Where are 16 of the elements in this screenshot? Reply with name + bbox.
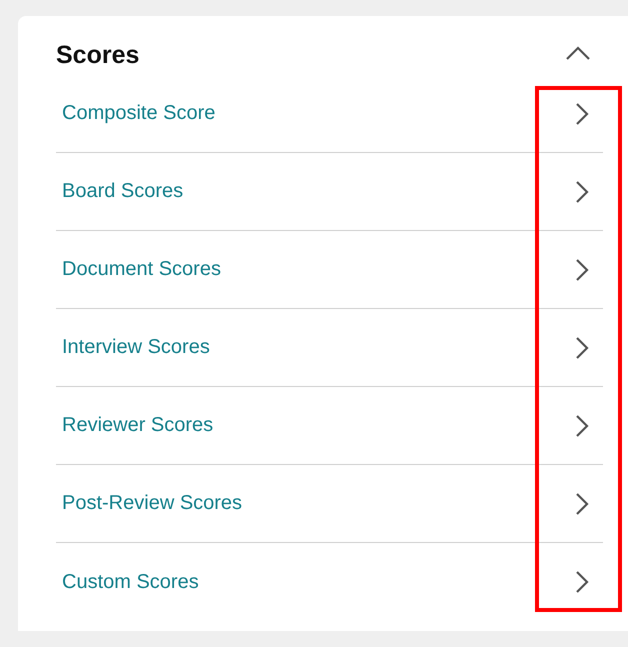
chevron-right-icon [575,102,589,126]
score-link[interactable]: Custom Scores [56,543,603,621]
score-link[interactable]: Composite Score [56,75,603,153]
chevron-right-icon [575,258,589,282]
panel-title: Scores [56,40,140,70]
chevron-right-icon [575,180,589,204]
chevron-right-icon [575,492,589,516]
chevron-up-icon [565,46,591,60]
chevron-right-icon [575,414,589,438]
chevron-right-icon [575,336,589,360]
score-link[interactable]: Interview Scores [56,309,603,387]
score-link[interactable]: Post-Review Scores [56,465,603,543]
score-link[interactable]: Document Scores [56,231,603,309]
score-link[interactable]: Reviewer Scores [56,387,603,465]
score-link[interactable]: Board Scores [56,153,603,231]
chevron-right-icon [575,570,589,594]
